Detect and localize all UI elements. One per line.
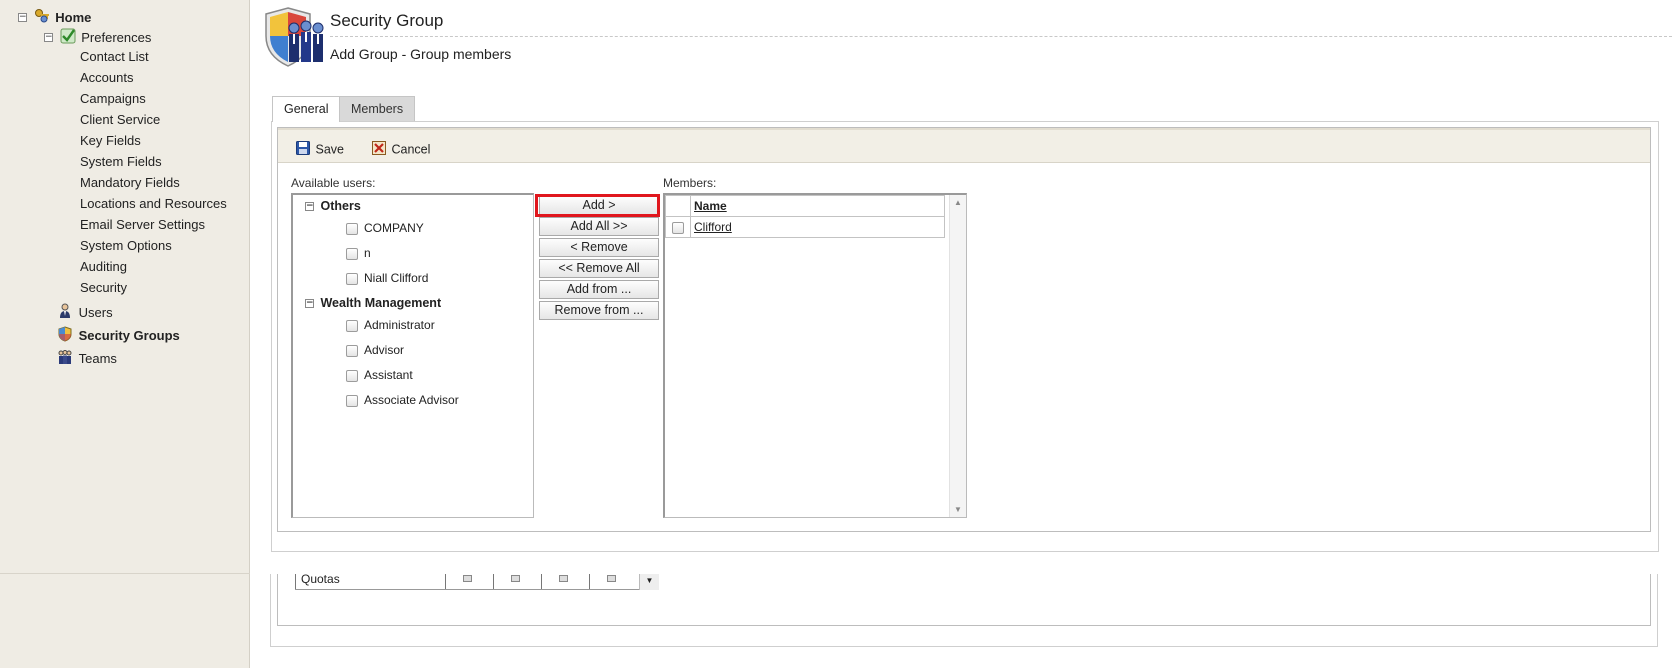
background-permissions-grid: Quotas ▼ bbox=[295, 574, 659, 590]
scroll-down-icon[interactable]: ▼ bbox=[954, 505, 962, 514]
table-row[interactable]: Clifford bbox=[665, 216, 945, 238]
member-link-clifford[interactable]: Clifford bbox=[694, 220, 732, 234]
user-associate-advisor[interactable]: Associate Advisor bbox=[346, 393, 459, 407]
sidebar-item-auditing[interactable]: Auditing bbox=[80, 258, 127, 274]
tree-node-home[interactable]: − Home bbox=[18, 8, 91, 27]
name-column-header[interactable]: Name bbox=[690, 195, 945, 217]
page-subtitle: Add Group - Group members bbox=[330, 46, 512, 62]
tab-general[interactable]: General bbox=[272, 96, 341, 122]
sidebar-item-teams[interactable]: Teams bbox=[57, 349, 117, 368]
group-others[interactable]: − Others bbox=[305, 199, 361, 213]
remove-button[interactable]: < Remove bbox=[539, 238, 659, 257]
add-button[interactable]: Add > bbox=[539, 196, 659, 215]
members-scrollbar[interactable]: ▲ ▼ bbox=[949, 195, 966, 517]
available-users-label: Available users: bbox=[291, 176, 376, 190]
tab-members[interactable]: Members bbox=[339, 96, 416, 121]
home-keys-icon bbox=[34, 8, 50, 27]
security-group-shield-icon bbox=[262, 6, 326, 70]
chevron-down-icon[interactable]: ▼ bbox=[639, 574, 659, 590]
user-checkbox[interactable] bbox=[346, 319, 358, 332]
user-checkbox[interactable] bbox=[346, 247, 358, 260]
user-company[interactable]: COMPANY bbox=[346, 221, 424, 235]
sidebar-navigation: − Home − Preferences Contact List Accoun… bbox=[0, 0, 250, 668]
user-checkbox[interactable] bbox=[346, 394, 358, 407]
home-label: Home bbox=[55, 10, 92, 25]
preferences-label: Preferences bbox=[81, 30, 152, 45]
save-button[interactable]: Save bbox=[296, 141, 344, 158]
tree-node-preferences[interactable]: − Preferences bbox=[44, 28, 151, 47]
cancel-button[interactable]: Cancel bbox=[372, 141, 430, 158]
sidebar-item-locations-and-resources[interactable]: Locations and Resources bbox=[80, 195, 227, 211]
user-checkbox[interactable] bbox=[346, 369, 358, 382]
sidebar-item-email-server-settings[interactable]: Email Server Settings bbox=[80, 216, 205, 232]
user-n[interactable]: n bbox=[346, 246, 371, 260]
user-niall-clifford[interactable]: Niall Clifford bbox=[346, 271, 428, 285]
sidebar-divider bbox=[0, 573, 250, 574]
scroll-up-icon[interactable]: ▲ bbox=[954, 198, 962, 207]
add-from-button[interactable]: Add from ... bbox=[539, 280, 659, 299]
user-checkbox[interactable] bbox=[346, 272, 358, 285]
title-divider bbox=[330, 36, 1672, 37]
available-users-list[interactable] bbox=[291, 193, 534, 518]
sidebar-item-security[interactable]: Security bbox=[80, 279, 127, 295]
collapse-icon[interactable]: − bbox=[18, 13, 27, 22]
sidebar-item-client-service[interactable]: Client Service bbox=[80, 111, 160, 127]
sidebar-item-contact-list[interactable]: Contact List bbox=[80, 48, 149, 64]
members-label: Members: bbox=[663, 176, 717, 190]
user-checkbox[interactable] bbox=[346, 222, 358, 235]
sidebar-item-campaigns[interactable]: Campaigns bbox=[80, 90, 146, 106]
user-advisor[interactable]: Advisor bbox=[346, 343, 404, 357]
sidebar-item-accounts[interactable]: Accounts bbox=[80, 69, 133, 85]
sidebar-item-key-fields[interactable]: Key Fields bbox=[80, 132, 141, 148]
remove-all-button[interactable]: << Remove All bbox=[539, 259, 659, 278]
remove-from-button[interactable]: Remove from ... bbox=[539, 301, 659, 320]
user-administrator[interactable]: Administrator bbox=[346, 318, 435, 332]
checkmark-icon bbox=[60, 28, 76, 47]
collapse-icon[interactable]: − bbox=[305, 202, 314, 212]
header-checkbox-cell bbox=[665, 195, 691, 217]
collapse-icon[interactable]: − bbox=[44, 33, 53, 42]
sidebar-item-security-groups[interactable]: Security Groups bbox=[57, 326, 180, 345]
team-icon bbox=[57, 349, 73, 368]
group-wealth-management[interactable]: − Wealth Management bbox=[305, 296, 441, 310]
member-checkbox[interactable] bbox=[672, 221, 684, 234]
sidebar-item-system-options[interactable]: System Options bbox=[80, 237, 172, 253]
sidebar-item-users[interactable]: Users bbox=[57, 303, 113, 322]
user-assistant[interactable]: Assistant bbox=[346, 368, 413, 382]
members-table: Name Clifford bbox=[665, 195, 945, 238]
toolbar: Save Cancel bbox=[278, 128, 1650, 163]
sidebar-item-system-fields[interactable]: System Fields bbox=[80, 153, 162, 169]
user-checkbox[interactable] bbox=[346, 344, 358, 357]
sidebar-item-mandatory-fields[interactable]: Mandatory Fields bbox=[80, 174, 180, 190]
shield-icon bbox=[57, 326, 73, 345]
members-header-row: Name bbox=[665, 195, 945, 217]
members-list[interactable] bbox=[663, 193, 967, 518]
add-all-button[interactable]: Add All >> bbox=[539, 217, 659, 236]
collapse-icon[interactable]: − bbox=[305, 299, 314, 309]
cancel-icon bbox=[372, 141, 386, 158]
quotas-row-label: Quotas bbox=[301, 574, 340, 586]
floppy-disk-icon bbox=[296, 141, 310, 158]
page-title: Security Group bbox=[330, 11, 444, 30]
user-icon bbox=[57, 303, 73, 322]
